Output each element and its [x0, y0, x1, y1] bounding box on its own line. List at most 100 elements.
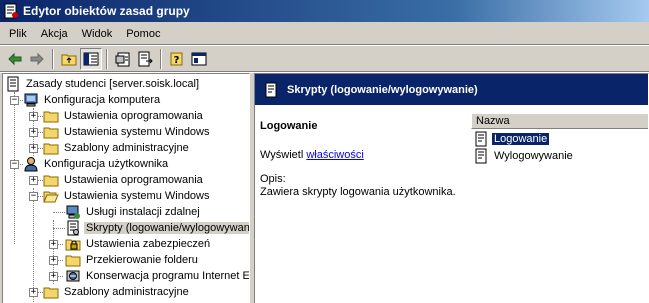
tree-line — [33, 188, 34, 303]
title-bar: Edytor obiektów zasad grupy — [0, 0, 649, 22]
collapse-button[interactable]: − — [10, 160, 19, 169]
script-icon — [475, 131, 487, 147]
properties-link[interactable]: właściwości — [306, 149, 363, 161]
toolbar: ? — [0, 47, 649, 71]
list-item-logon[interactable]: Logowanie — [473, 131, 550, 147]
tree-item-remote-install[interactable]: Usługi instalacji zdalnej — [65, 204, 202, 220]
menu-akcja[interactable]: Akcja — [34, 28, 75, 40]
tree-item-label: Konfiguracja użytkownika — [44, 158, 169, 170]
export-list-icon — [138, 51, 153, 67]
menu-plik[interactable]: Plik — [2, 28, 34, 40]
tree-item-policy-root[interactable]: Zasady studenci [server.soisk.local] — [5, 76, 201, 92]
expand-button[interactable]: + — [49, 272, 58, 281]
tree-item-scripts[interactable]: Skrypty (logowanie/wylogowywanie) — [65, 220, 249, 236]
policy-scroll-icon — [7, 76, 19, 92]
show-properties-line: Wyświetl właściwości — [260, 149, 364, 161]
ie-maintenance-icon — [66, 270, 80, 282]
tree-item-label: Skrypty (logowanie/wylogowywanie) — [84, 222, 249, 234]
menu-bar: Plik Akcja Widok Pomoc — [0, 25, 649, 43]
toolbar-separator — [106, 49, 108, 69]
back-arrow-icon — [8, 52, 22, 66]
svg-text:?: ? — [174, 55, 180, 66]
window-title: Edytor obiektów zasad grupy — [23, 4, 190, 18]
tree-item-user-admin-templates[interactable]: Szablony administracyjne — [43, 284, 191, 300]
policy-editor-icon — [4, 3, 18, 19]
collapse-button[interactable]: − — [29, 192, 38, 201]
forward-button[interactable] — [26, 48, 48, 70]
tree-item-user-software-settings[interactable]: Ustawienia oprogramowania — [43, 172, 205, 188]
tree-item-label: Ustawienia systemu Windows — [64, 190, 210, 202]
expand-button[interactable]: + — [29, 112, 38, 121]
description-title: Logowanie — [260, 120, 318, 132]
up-folder-icon — [61, 54, 77, 66]
tree-item-security-settings[interactable]: Ustawienia zabezpieczeń — [65, 236, 212, 252]
folder-icon — [43, 287, 59, 299]
tree-item-label: Ustawienia systemu Windows — [64, 126, 210, 138]
tree-item-label: Przekierowanie folderu — [86, 254, 198, 266]
tree-item-folder-redirection[interactable]: Przekierowanie folderu — [65, 252, 200, 268]
menu-separator — [0, 44, 649, 46]
expand-button[interactable]: + — [29, 176, 38, 185]
console-view-icon — [191, 52, 207, 66]
tree-item-label: Szablony administracyjne — [64, 142, 189, 154]
tree-item-ie-maintenance[interactable]: Konserwacja programu Internet Explorer — [65, 268, 250, 284]
tree-item-label: Konserwacja programu Internet Explorer — [86, 270, 250, 282]
console-view-button[interactable] — [188, 48, 210, 70]
tree-item-label: Usługi instalacji zdalnej — [86, 206, 200, 218]
folder-icon — [43, 175, 59, 187]
tree-item-label: Ustawienia oprogramowania — [64, 110, 203, 122]
expand-button[interactable]: + — [29, 288, 38, 297]
tree-line — [58, 276, 63, 277]
tree-item-software-settings[interactable]: Ustawienia oprogramowania — [43, 108, 205, 124]
expand-button[interactable]: + — [49, 256, 58, 265]
back-button[interactable] — [4, 48, 26, 70]
show-prefix: Wyświetl — [260, 149, 304, 161]
show-hide-tree-button[interactable] — [80, 48, 102, 70]
column-header-name[interactable]: Nazwa — [471, 113, 648, 129]
tree-item-label: Szablony administracyjne — [64, 286, 189, 298]
description-label: Opis: — [260, 173, 286, 185]
tree-item-user-windows-settings[interactable]: Ustawienia systemu Windows — [43, 188, 212, 204]
tree-line — [53, 228, 65, 229]
tree-item-computer-config[interactable]: Konfiguracja komputera — [23, 92, 162, 108]
tree-item-label: Ustawienia oprogramowania — [64, 174, 203, 186]
tree-item-windows-settings[interactable]: Ustawienia systemu Windows — [43, 124, 212, 140]
console-tree[interactable]: − + + + − + − + + + + Zasady studenci [s… — [2, 73, 250, 303]
script-icon — [265, 82, 277, 97]
tree-item-label: Zasady studenci [server.soisk.local] — [26, 78, 200, 90]
expand-button[interactable]: + — [29, 128, 38, 137]
expand-button[interactable]: + — [49, 240, 58, 249]
folder-icon — [65, 255, 81, 267]
tree-item-admin-templates[interactable]: Szablony administracyjne — [43, 140, 191, 156]
tree-line — [58, 260, 63, 261]
user-icon — [24, 157, 38, 172]
remote-install-icon — [66, 205, 80, 219]
tree-line — [53, 212, 65, 213]
details-header: Skrypty (logowanie/wylogowywanie) — [255, 74, 648, 105]
menu-pomoc[interactable]: Pomoc — [119, 28, 167, 40]
toolbar-separator — [52, 49, 54, 69]
folder-icon — [43, 143, 59, 155]
description-text: Zawiera skrypty logowania użytkownika. — [260, 186, 456, 198]
security-icon — [65, 239, 81, 251]
tree-line — [58, 244, 63, 245]
expand-button[interactable]: + — [29, 144, 38, 153]
export-list-button[interactable] — [134, 48, 156, 70]
list-item-logoff[interactable]: Wylogowywanie — [473, 148, 575, 164]
properties-icon — [115, 52, 130, 67]
toolbar-separator — [160, 49, 162, 69]
tree-item-label: Konfiguracja komputera — [44, 94, 161, 106]
tree-item-user-config[interactable]: Konfiguracja użytkownika — [23, 156, 170, 172]
folder-icon — [43, 111, 59, 123]
forward-arrow-icon — [30, 52, 44, 66]
properties-button[interactable] — [112, 48, 134, 70]
menu-widok[interactable]: Widok — [75, 28, 120, 40]
help-button[interactable]: ? — [166, 48, 188, 70]
list-item-label: Logowanie — [492, 133, 550, 145]
details-title: Skrypty (logowanie/wylogowywanie) — [287, 83, 478, 96]
up-one-level-button[interactable] — [58, 48, 80, 70]
script-icon — [67, 220, 79, 236]
tree-item-label: Ustawienia zabezpieczeń — [86, 238, 211, 250]
show-hide-tree-icon — [83, 52, 99, 66]
collapse-button[interactable]: − — [10, 96, 19, 105]
